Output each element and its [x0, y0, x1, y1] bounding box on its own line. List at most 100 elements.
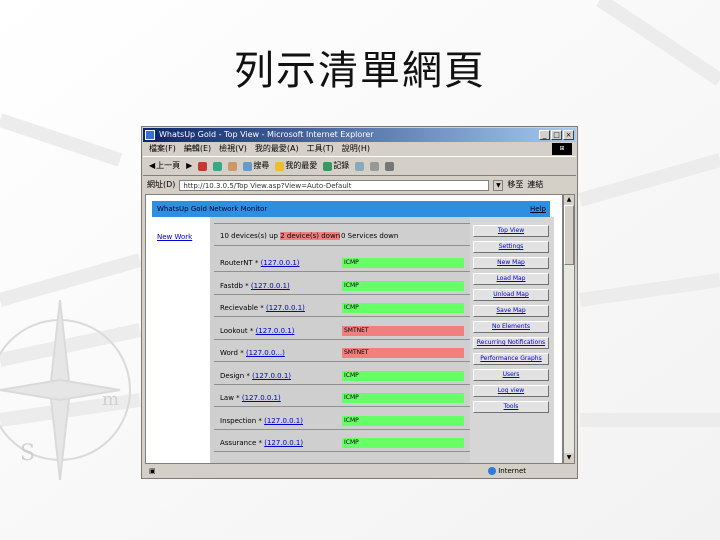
device-ip-link[interactable]: (127.0.0.1) — [264, 417, 303, 425]
device-name: Word * (127.0.0...) — [220, 348, 285, 358]
devices-down-badge: 2 device(s) down — [280, 232, 341, 240]
favorites-button[interactable]: 我的最愛 — [275, 156, 317, 176]
new-work-link[interactable]: New Work — [157, 233, 192, 241]
home-icon — [228, 161, 238, 171]
history-label: 記錄 — [333, 161, 350, 170]
row-divider — [214, 429, 470, 430]
edit-icon — [385, 161, 395, 171]
device-label: Word * — [220, 349, 244, 357]
row-divider — [214, 361, 470, 362]
links-button[interactable]: 連結 — [527, 177, 543, 193]
help-link[interactable]: Help — [530, 201, 546, 217]
device-list-panel — [210, 217, 470, 463]
side-menu-button[interactable]: Load Map — [473, 273, 549, 285]
go-button[interactable]: 移至 — [507, 177, 523, 193]
row-divider — [214, 384, 470, 385]
vertical-scrollbar[interactable]: ▲ ▼ — [563, 194, 575, 464]
device-ip-link[interactable]: (127.0.0.1) — [251, 282, 290, 290]
slide-title: 列示清單網頁 — [234, 48, 486, 94]
maximize-button[interactable]: □ — [551, 130, 562, 140]
mail-icon — [355, 161, 365, 171]
side-menu-button[interactable]: Log view — [473, 385, 549, 397]
print-button[interactable] — [370, 161, 380, 171]
row-divider — [214, 245, 470, 246]
home-button[interactable] — [228, 161, 238, 171]
device-ip-link[interactable]: (127.0.0.1) — [252, 372, 291, 380]
device-ip-link[interactable]: (127.0.0.1) — [261, 259, 300, 267]
svg-text:m: m — [102, 389, 119, 410]
forward-arrow-icon: ▶ — [186, 161, 193, 170]
menu-tools[interactable]: 工具(T) — [307, 142, 334, 156]
device-name: RouterNT * (127.0.0.1) — [220, 258, 300, 268]
menu-view[interactable]: 檢視(V) — [219, 142, 247, 156]
mail-button[interactable] — [355, 161, 365, 171]
side-menu-button[interactable]: Top View — [473, 225, 549, 237]
device-status-bar: ICMP — [342, 258, 464, 268]
device-status-bar: SMTNET — [342, 326, 464, 336]
stop-button[interactable] — [198, 161, 208, 171]
stop-icon — [198, 161, 208, 171]
page-loaded-icon: ▣ — [149, 467, 156, 475]
device-status-bar: ICMP — [342, 393, 464, 403]
search-button[interactable]: 搜尋 — [243, 156, 269, 176]
side-menu-button[interactable]: New Map — [473, 257, 549, 269]
row-divider — [214, 451, 470, 452]
scroll-up-icon[interactable]: ▲ — [564, 195, 574, 205]
windows-logo-icon: ⊞ — [552, 143, 572, 155]
page-header: WhatsUp Gold Network Monitor Help — [152, 201, 550, 217]
device-status-bar: ICMP — [342, 371, 464, 381]
status-bar: ▣ Internet — [143, 465, 576, 478]
device-name: Lookout * (127.0.0.1) — [220, 326, 294, 336]
toolbar: ◀ 上一頁 ▶ 搜尋 我的最愛 記錄 — [143, 156, 576, 176]
side-menu-button[interactable]: No Elements — [473, 321, 549, 333]
device-status-bar: ICMP — [342, 438, 464, 448]
device-ip-link[interactable]: (127.0.0.1) — [256, 327, 295, 335]
page-viewport: WhatsUp Gold Network Monitor Help New Wo… — [145, 194, 563, 464]
minimize-button[interactable]: _ — [539, 130, 550, 140]
forward-button[interactable]: ▶ — [186, 156, 192, 176]
address-dropdown-icon[interactable]: ▼ — [493, 179, 504, 191]
address-bar: 網址(D) http://10.3.0.5/Top View.asp?View=… — [143, 177, 576, 193]
side-menu-button[interactable]: Settings — [473, 241, 549, 253]
side-menu-button[interactable]: Performance Graphs — [473, 353, 549, 365]
side-menu-button[interactable]: Recurring Notifications — [473, 337, 549, 349]
side-menu-button[interactable]: Users — [473, 369, 549, 381]
device-name: Inspection * (127.0.0.1) — [220, 416, 303, 426]
page-header-title: WhatsUp Gold Network Monitor — [157, 205, 268, 213]
search-label: 搜尋 — [253, 161, 270, 170]
scroll-thumb[interactable] — [564, 205, 574, 265]
favorites-icon — [275, 161, 285, 171]
edit-button[interactable] — [385, 161, 395, 171]
address-label: 網址(D) — [147, 180, 176, 189]
close-button[interactable]: × — [563, 130, 574, 140]
device-ip-link[interactable]: (127.0.0.1) — [242, 394, 281, 402]
device-ip-link[interactable]: (127.0.0.1) — [266, 304, 305, 312]
device-label: Law * — [220, 394, 240, 402]
refresh-button[interactable] — [213, 161, 223, 171]
address-input[interactable]: http://10.3.0.5/Top View.asp?View=Auto-D… — [179, 179, 490, 191]
print-icon — [370, 161, 380, 171]
history-button[interactable]: 記錄 — [323, 156, 349, 176]
device-status-bar: ICMP — [342, 416, 464, 426]
row-divider — [214, 339, 470, 340]
history-icon — [323, 161, 333, 171]
side-menu-button[interactable]: Save Map — [473, 305, 549, 317]
row-divider — [214, 294, 470, 295]
side-menu-button[interactable]: Unload Map — [473, 289, 549, 301]
back-button[interactable]: ◀ 上一頁 — [149, 156, 180, 176]
svg-text:S: S — [20, 441, 35, 466]
menu-edit[interactable]: 編輯(E) — [184, 142, 211, 156]
device-ip-link[interactable]: (127.0.0.1) — [264, 439, 303, 447]
row-divider — [214, 271, 470, 272]
window-title: WhatsUp Gold - Top View - Microsoft Inte… — [159, 130, 374, 139]
zone-label: Internet — [498, 467, 527, 475]
menu-file[interactable]: 檔案(F) — [149, 142, 176, 156]
menu-favorites[interactable]: 我的最愛(A) — [255, 142, 299, 156]
side-menu-button[interactable]: Tools — [473, 401, 549, 413]
device-ip-link[interactable]: (127.0.0...) — [246, 349, 285, 357]
menu-help[interactable]: 說明(H) — [342, 142, 370, 156]
scroll-down-icon[interactable]: ▼ — [564, 453, 574, 463]
device-name: Fastdb * (127.0.0.1) — [220, 281, 290, 291]
favorites-label: 我的最愛 — [285, 161, 318, 170]
device-label: Design * — [220, 372, 250, 380]
